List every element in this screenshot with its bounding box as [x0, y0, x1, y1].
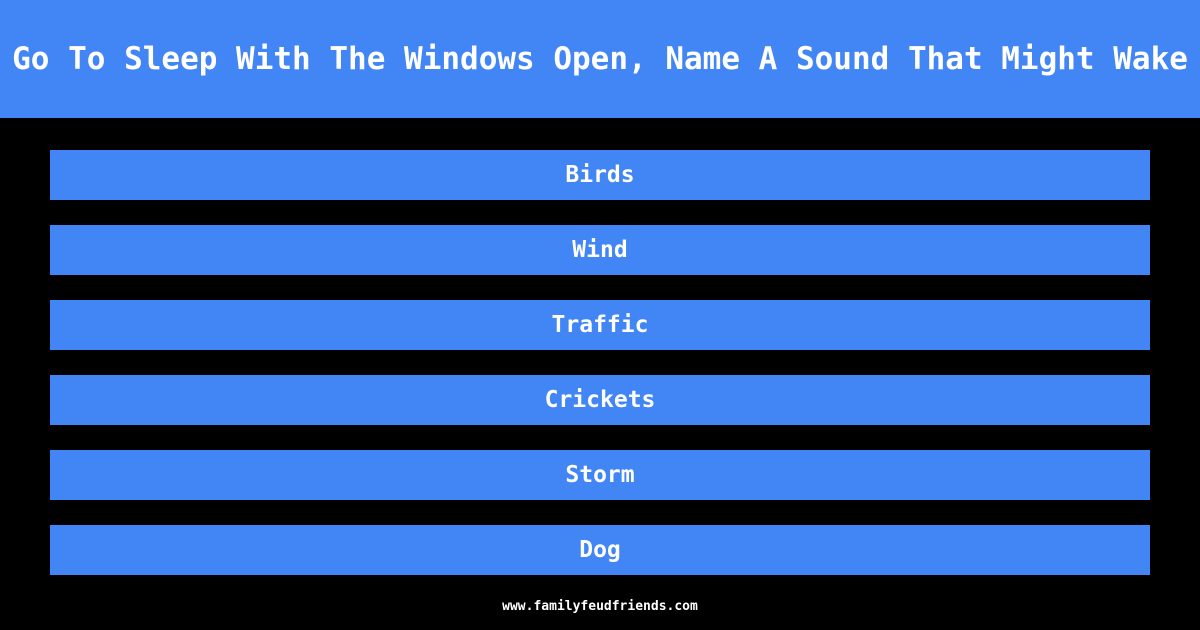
answer-bar-1[interactable]: Birds — [50, 150, 1150, 200]
answer-bar-5[interactable]: Storm — [50, 450, 1150, 500]
footer: www.familyfeudfriends.com — [0, 592, 1200, 622]
answer-label: Crickets — [544, 387, 656, 413]
question-banner: If You Go To Sleep With The Windows Open… — [0, 0, 1200, 118]
answers-list: Birds Wind Traffic Crickets Storm Dog — [50, 150, 1150, 575]
answer-label: Wind — [572, 237, 628, 263]
answer-bar-2[interactable]: Wind — [50, 225, 1150, 275]
site-url[interactable]: www.familyfeudfriends.com — [502, 592, 698, 622]
family-feud-answer-card: If You Go To Sleep With The Windows Open… — [0, 0, 1200, 630]
answer-label: Storm — [565, 462, 635, 488]
answer-bar-3[interactable]: Traffic — [50, 300, 1150, 350]
answer-bar-4[interactable]: Crickets — [50, 375, 1150, 425]
answer-label: Dog — [579, 537, 621, 563]
answer-label: Birds — [565, 162, 635, 188]
answer-label: Traffic — [551, 312, 649, 338]
answer-bar-6[interactable]: Dog — [50, 525, 1150, 575]
question-text: If You Go To Sleep With The Windows Open… — [0, 41, 1200, 77]
